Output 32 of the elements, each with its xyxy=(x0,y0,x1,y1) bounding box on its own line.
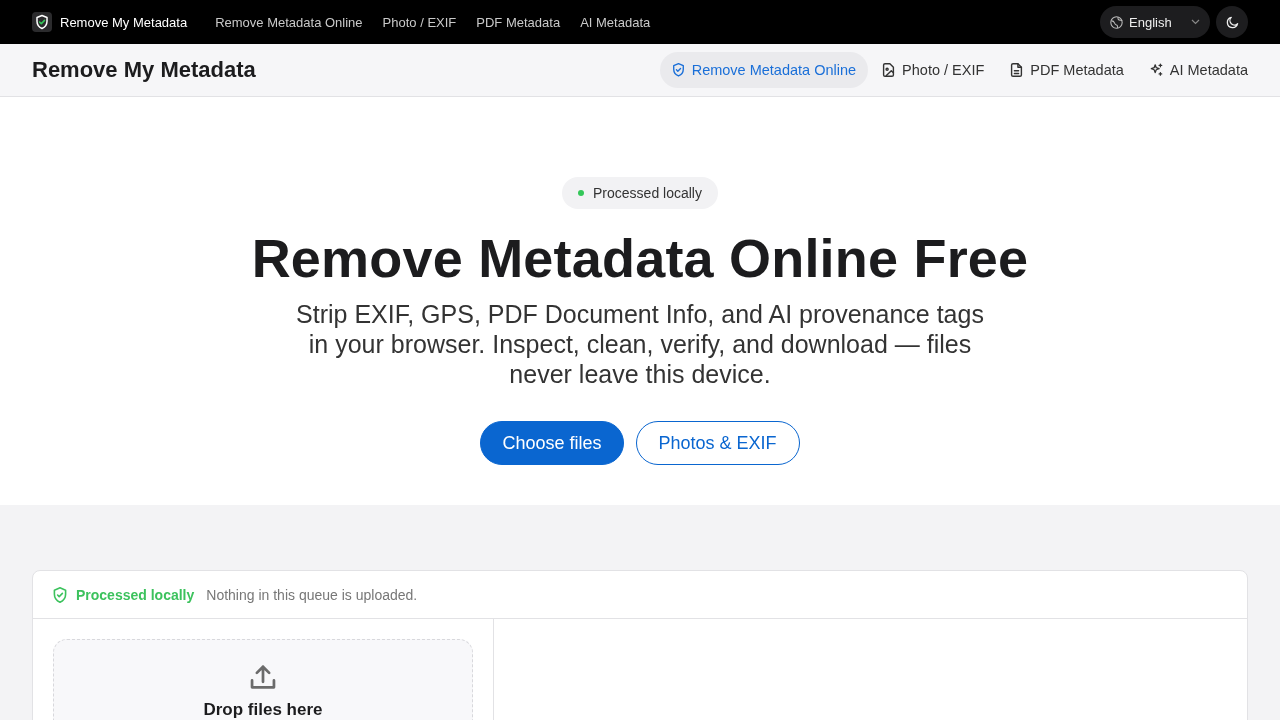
status-dot-icon xyxy=(578,190,585,196)
site-title[interactable]: Remove My Metadata xyxy=(32,57,256,83)
shield-check-icon xyxy=(671,63,685,77)
shield-check-logo-icon[interactable] xyxy=(32,12,52,32)
nav-link[interactable]: Photo / EXIF xyxy=(382,14,457,30)
hero-subtitle: Strip EXIF, GPS, PDF Document Info, and AI provenance tags in your browser. Inspect, clean, verify, and download — files never leave this device. xyxy=(295,299,985,389)
status-note: Nothing in this queue is uploaded. xyxy=(206,586,418,603)
nav-link[interactable]: AI Metadata xyxy=(580,14,651,30)
globe-icon xyxy=(1110,15,1123,29)
nav-link[interactable]: Remove Metadata Online xyxy=(215,14,363,30)
moon-icon xyxy=(1225,15,1239,29)
nav-tab[interactable]: Remove Metadata Online xyxy=(659,52,869,88)
drop-zone-title: Drop files here xyxy=(203,700,323,720)
upload-icon xyxy=(250,664,276,690)
nav-tab[interactable]: Photo / EXIF xyxy=(870,52,997,88)
status-label: Processed locally xyxy=(76,586,195,603)
chevron-down-icon xyxy=(1191,19,1200,25)
sparkles-icon xyxy=(1149,63,1163,77)
image-file-icon xyxy=(882,63,896,77)
choose-files-button[interactable]: Choose files xyxy=(480,421,624,465)
language-select[interactable]: English xyxy=(1100,6,1210,38)
shield-check-icon xyxy=(53,586,67,603)
drop-zone[interactable]: Drop files here xyxy=(53,639,473,720)
badge-text: Processed locally xyxy=(593,185,702,201)
nav-tab[interactable]: AI Metadata xyxy=(1137,52,1260,88)
document-icon xyxy=(1010,63,1024,77)
theme-toggle-button[interactable] xyxy=(1216,6,1248,38)
brand-link[interactable]: Remove My Metadata xyxy=(60,14,188,30)
nav-link[interactable]: PDF Metadata xyxy=(476,14,561,30)
nav-tab[interactable]: PDF Metadata xyxy=(998,52,1136,88)
photos-exif-button[interactable]: Photos & EXIF xyxy=(635,421,800,465)
hero-title: Remove Metadata Online Free xyxy=(251,227,1029,290)
